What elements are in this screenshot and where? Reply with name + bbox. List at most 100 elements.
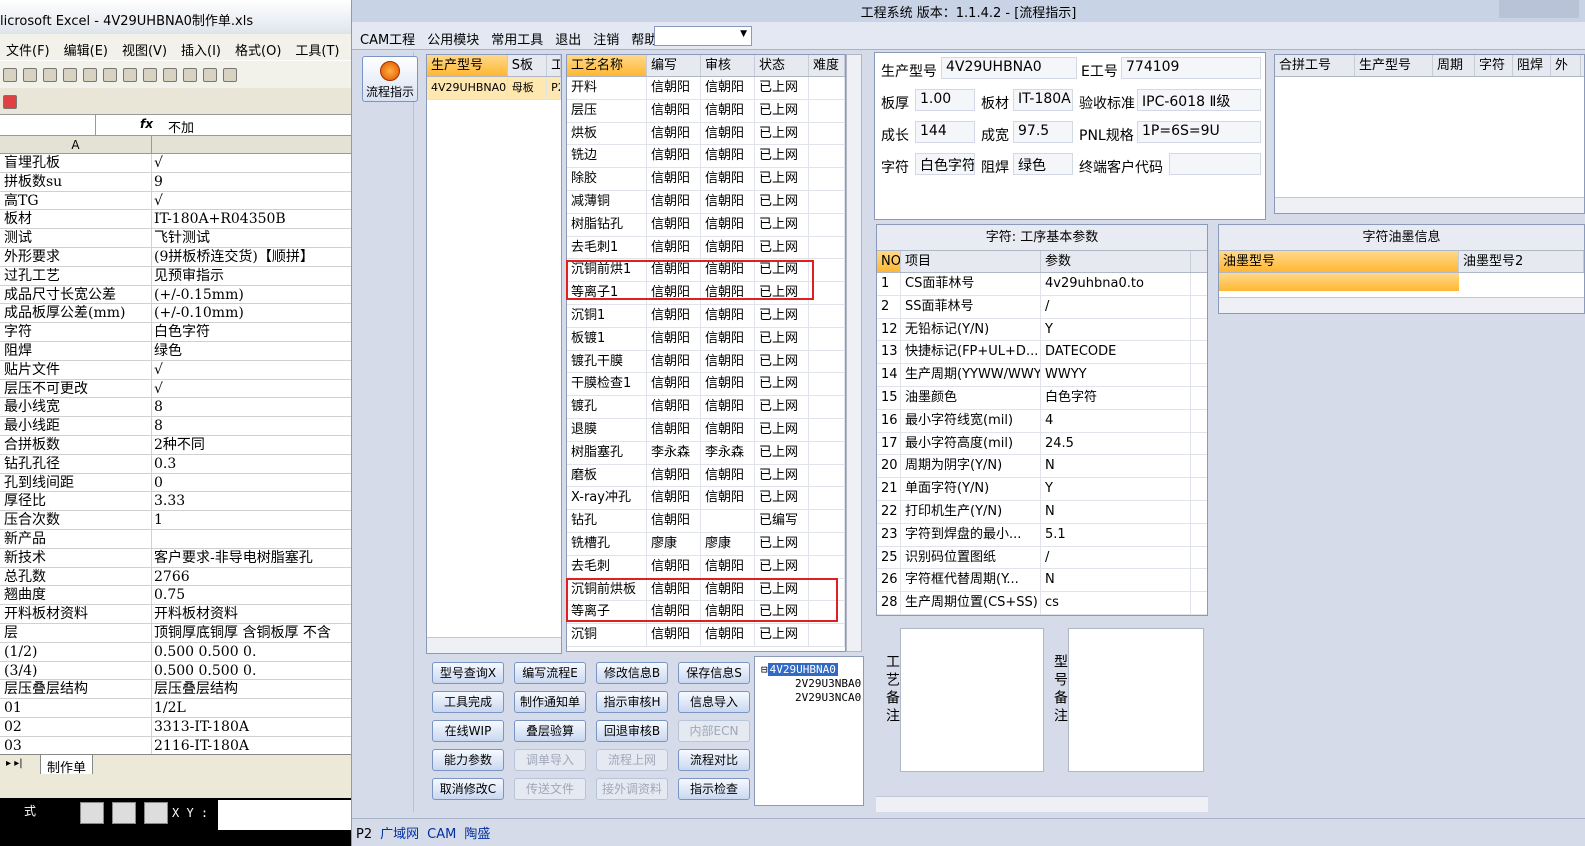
cell-a[interactable]: 阻焊	[0, 341, 152, 360]
action-button[interactable]: 传送文件	[514, 778, 586, 800]
cell-a[interactable]: 开料板材资料	[0, 605, 152, 623]
cell-b[interactable]: 0.500 0.500 0.	[152, 662, 351, 680]
pdf-icon[interactable]	[3, 95, 17, 109]
col-ink2[interactable]: 油墨型号2	[1459, 251, 1584, 272]
print-icon[interactable]	[63, 68, 77, 82]
formula-input[interactable]: 不加	[168, 117, 194, 136]
menu-tools[interactable]: 工具(T)	[289, 34, 339, 59]
cut-icon[interactable]	[143, 68, 157, 82]
table-row[interactable]: 减薄铜 信朝阳 信朝阳 已上网	[567, 190, 845, 214]
cell-b[interactable]: 2766	[152, 568, 351, 586]
cell-a[interactable]: 字符	[0, 323, 152, 341]
cell-a[interactable]: 03	[0, 736, 152, 755]
table-row[interactable]: 21 单面字符(Y/N) Y	[877, 478, 1207, 501]
cell-b[interactable]: 层压叠层结构	[152, 680, 351, 698]
cell-a[interactable]: 总孔数	[0, 567, 152, 586]
table-row[interactable]: 镀孔 信朝阳 信朝阳 已上网	[567, 396, 845, 419]
table-row[interactable]: 28 生产周期位置(CS+SS) cs	[877, 592, 1207, 615]
thickness-field[interactable]: 1.00	[915, 89, 975, 111]
table-row[interactable]: 磨板 信朝阳 信朝阳 已上网	[567, 464, 845, 488]
table-row[interactable]: X-ray冲孔 信朝阳 信朝阳 已上网	[567, 487, 845, 511]
table-row[interactable]: 铣边 信朝阳 信朝阳 已上网	[567, 145, 845, 169]
cell-b[interactable]: 1/2L	[152, 699, 351, 717]
print-preview-icon[interactable]	[83, 68, 97, 82]
cell-b[interactable]: 3.33	[152, 492, 351, 510]
table-row[interactable]: 烘板 信朝阳 信朝阳 已上网	[567, 122, 845, 146]
cell-b[interactable]: 开料板材资料	[152, 605, 351, 623]
cell-a[interactable]: 拼板数su	[0, 172, 152, 191]
col-item[interactable]: 项目	[901, 251, 1041, 272]
table-row[interactable]: 干膜检查1 信朝阳 信朝阳 已上网	[567, 373, 845, 397]
cell-a[interactable]: 最小线宽	[0, 398, 152, 417]
cell-b[interactable]: 0.500 0.500 0.	[152, 643, 351, 661]
tool-icon-1[interactable]	[80, 802, 104, 824]
cell-a[interactable]: 层压叠层结构	[0, 680, 152, 699]
cell-b[interactable]: (+/-0.10mm)	[152, 304, 351, 322]
menu-insert[interactable]: 插入(I)	[175, 34, 221, 59]
format-painter-icon[interactable]	[203, 68, 217, 82]
col-combo-model[interactable]: 生产型号	[1355, 55, 1433, 76]
col-model[interactable]: 生产型号	[427, 55, 508, 76]
name-box[interactable]	[0, 115, 96, 135]
combo-grid-scrollbar[interactable]	[1275, 197, 1584, 213]
menu-file[interactable]: 文件(F)	[0, 34, 50, 59]
cell-a[interactable]: 压合次数	[0, 511, 152, 529]
cell-b[interactable]: 9	[152, 173, 351, 191]
cell-b[interactable]: 0	[152, 474, 351, 492]
cell-b[interactable]: 白色字符	[152, 323, 351, 341]
eno-field[interactable]: 774109	[1121, 57, 1261, 79]
col-work[interactable]: 工	[547, 55, 561, 76]
table-row[interactable]: 树脂钻孔 信朝阳 信朝阳 已上网	[567, 213, 845, 237]
cell-b[interactable]: √	[152, 361, 351, 379]
tree-collapse-icon[interactable]: ⊟	[761, 663, 768, 676]
menu-logout[interactable]: 注销	[585, 22, 623, 48]
cell-b[interactable]: (9拼板桥连交货)【顺拼】	[152, 248, 351, 266]
copy-icon[interactable]	[163, 68, 177, 82]
table-row[interactable]: 20 周期为阴字(Y/N) N	[877, 455, 1207, 479]
action-button[interactable]: 能力参数	[432, 749, 504, 771]
col-combo-out[interactable]: 外	[1551, 55, 1581, 76]
cell-a[interactable]: 02	[0, 717, 152, 736]
table-row[interactable]: 板镀1 信朝阳 信朝阳 已上网	[567, 327, 845, 351]
col-combo-no[interactable]: 合拼工号	[1275, 55, 1355, 76]
col-ink[interactable]: 油墨型号	[1219, 251, 1459, 272]
width-field[interactable]: 97.5	[1013, 121, 1073, 143]
action-button[interactable]: 叠层验算	[514, 720, 586, 742]
standard-field[interactable]: IPC-6018 Ⅱ级	[1137, 89, 1261, 111]
action-button[interactable]: 制作通知单	[514, 691, 586, 713]
table-row[interactable]: 25 识别码位置图纸 /	[877, 546, 1207, 570]
menu-exit[interactable]: 退出	[547, 22, 585, 48]
col-status[interactable]: 状态	[755, 55, 809, 76]
cell-a[interactable]: (1/2)	[0, 642, 152, 661]
save-icon[interactable]	[23, 68, 37, 82]
table-row[interactable]: 4V29UHBNA0 母板 P2	[427, 77, 561, 100]
table-row[interactable]: 去毛刺1 信朝阳 信朝阳 已上网	[567, 236, 845, 260]
cell-b[interactable]: 8	[152, 398, 351, 416]
cell-a[interactable]: 合拼板数	[0, 435, 152, 454]
xy-input[interactable]	[218, 800, 351, 830]
process-scrollbar[interactable]	[846, 54, 862, 652]
table-row[interactable]: 26 字符框代替周期(Y... N	[877, 569, 1207, 593]
material-field[interactable]: IT-180A+	[1013, 89, 1073, 111]
column-header-a[interactable]: A	[0, 136, 152, 154]
menu-edit[interactable]: 编辑(E)	[58, 34, 108, 59]
col-value[interactable]: 参数	[1041, 251, 1191, 272]
ink-selected-row[interactable]	[1219, 273, 1459, 291]
cell-a[interactable]: 高TG	[0, 191, 152, 210]
length-field[interactable]: 144	[915, 121, 975, 143]
pnl-field[interactable]: 1P=6S=9U	[1137, 121, 1261, 143]
action-button[interactable]: 内部ECN	[678, 720, 750, 742]
tab-taosheng[interactable]: 陶盛	[460, 819, 494, 842]
tab-wan[interactable]: 广域网	[376, 819, 423, 842]
action-button[interactable]: 型号查询X	[432, 662, 504, 684]
research-icon[interactable]	[123, 68, 137, 82]
cell-a[interactable]: (3/4)	[0, 661, 152, 680]
mask-field[interactable]: 绿色	[1013, 153, 1073, 175]
cell-b[interactable]: 8	[152, 417, 351, 435]
table-row[interactable]: 14 生产周期(YYWW/WWYY) WWYY	[877, 364, 1207, 387]
action-button[interactable]: 工具完成	[432, 691, 504, 713]
cell-b[interactable]: 2116-IT-180A	[152, 737, 351, 755]
cell-a[interactable]: 厚径比	[0, 492, 152, 511]
cell-b[interactable]: 2种不同	[152, 436, 351, 454]
col-writer[interactable]: 编写	[647, 55, 701, 76]
